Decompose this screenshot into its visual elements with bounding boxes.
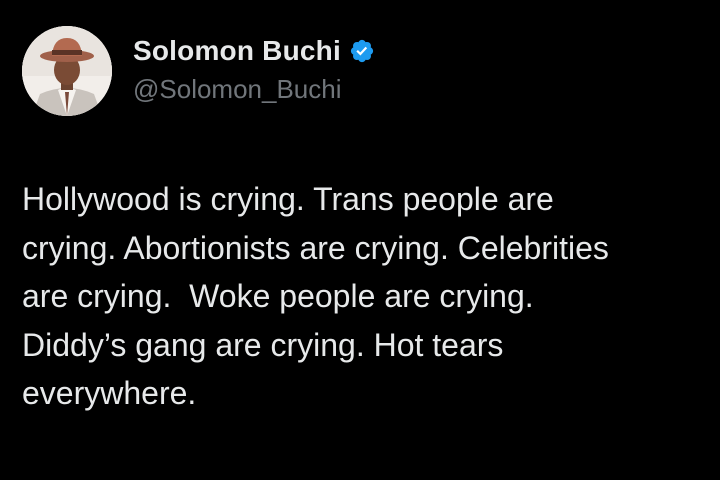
avatar-image xyxy=(22,26,112,116)
author-info: Solomon Buchi @Solomon_Buchi xyxy=(133,34,375,105)
verified-badge-icon xyxy=(349,38,375,64)
user-handle[interactable]: @Solomon_Buchi xyxy=(133,74,375,105)
avatar[interactable] xyxy=(22,26,112,116)
display-name[interactable]: Solomon Buchi xyxy=(133,35,341,67)
tweet-text: Hollywood is crying. Trans people are cr… xyxy=(22,181,609,411)
name-row: Solomon Buchi xyxy=(133,34,375,68)
tweet-card: Solomon Buchi @Solomon_Buchi Hollywood i… xyxy=(0,0,720,480)
